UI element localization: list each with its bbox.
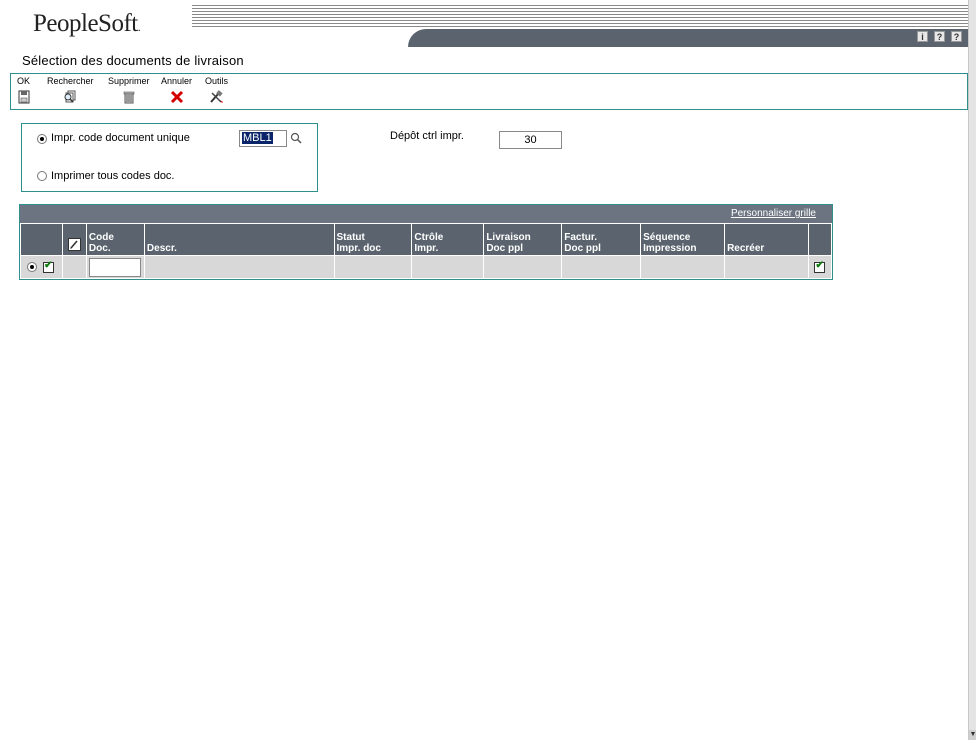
grid-header-row: Code Doc. Descr. Statut Impr. doc Ctrôle Im… <box>20 223 833 256</box>
edit-icon <box>67 238 81 254</box>
grid-toolbar: Personnaliser grille <box>20 205 832 223</box>
tools-icon <box>205 90 228 106</box>
row-ctrl-cell <box>411 255 485 279</box>
document-code-input[interactable]: MBL1 <box>239 130 287 147</box>
header-invoice[interactable]: Factur. Doc ppl <box>561 223 642 256</box>
tools-button[interactable]: Outils <box>205 76 228 106</box>
row-code-cell <box>85 255 145 279</box>
ok-button[interactable]: OK <box>17 76 30 106</box>
cancel-label: Annuler <box>161 76 193 86</box>
delete-button[interactable]: Supprimer <box>108 76 150 106</box>
row-code-input[interactable] <box>88 257 141 277</box>
row-sequence-cell <box>640 255 726 279</box>
search-button[interactable]: Rechercher <box>47 76 94 106</box>
tools-label: Outils <box>205 76 229 86</box>
row-select-cell <box>20 255 63 279</box>
header-recreate[interactable]: Recréer <box>724 223 809 256</box>
grid-table: Code Doc. Descr. Statut Impr. doc Ctrôle Im… <box>20 223 833 279</box>
header-last <box>807 223 833 256</box>
header-edit[interactable] <box>61 223 87 256</box>
search-label: Rechercher <box>47 76 94 86</box>
header-sequence[interactable]: Séquence Impression <box>640 223 726 256</box>
header-banner <box>192 5 968 47</box>
row-last-cell <box>807 255 833 279</box>
row-descr-cell <box>143 255 335 279</box>
ok-label: OK <box>17 76 31 86</box>
info-icon[interactable]: i <box>917 31 928 42</box>
scroll-down-icon[interactable]: ▼ <box>969 730 976 740</box>
header-status[interactable]: Statut Impr. doc <box>333 223 413 256</box>
row-status-cell <box>333 255 413 279</box>
peoplesoft-logo: PeopleSoft. <box>33 10 141 37</box>
about-icon[interactable]: ? <box>951 31 962 42</box>
page-title: Sélection des documents de livraison <box>22 53 244 68</box>
single-code-radio[interactable] <box>37 134 47 144</box>
header-delivery[interactable]: Livraison Doc ppl <box>483 223 563 256</box>
row-edit-cell <box>61 255 87 279</box>
row-delivery-cell <box>483 255 563 279</box>
table-row[interactable] <box>20 255 833 279</box>
print-depot-input[interactable]: 30 <box>499 131 562 149</box>
all-codes-radio[interactable] <box>37 171 47 181</box>
header-select <box>20 223 63 256</box>
header-ctrl[interactable]: Ctrôle Impr. <box>411 223 485 256</box>
close-icon <box>161 90 192 106</box>
search-icon <box>47 90 94 106</box>
vertical-scrollbar[interactable]: ▼ <box>968 0 976 740</box>
header-icons: i ? ? <box>917 31 962 42</box>
header-code[interactable]: Code Doc. <box>85 223 145 256</box>
row-select-radio[interactable] <box>27 262 37 273</box>
search-icon[interactable] <box>290 132 302 148</box>
help-icon[interactable]: ? <box>934 31 945 42</box>
row-recreate-cell <box>724 255 809 279</box>
print-depot-label: Dépôt ctrl impr. <box>390 130 464 142</box>
header-descr[interactable]: Descr. <box>143 223 335 256</box>
delete-label: Supprimer <box>108 76 150 86</box>
customize-grid-link[interactable]: Personnaliser grille <box>731 208 816 219</box>
save-icon <box>17 90 30 106</box>
row-checkbox[interactable] <box>43 260 55 273</box>
toolbar: OK Rechercher Supprimer Annuler Outils <box>10 73 968 110</box>
print-options-panel: Impr. code document unique MBL1 Imprimer… <box>21 123 318 192</box>
single-code-label: Impr. code document unique <box>51 132 190 144</box>
all-codes-label: Imprimer tous codes doc. <box>51 170 175 182</box>
documents-grid: Personnaliser grille Code Doc. Descr. Sta… <box>19 204 833 280</box>
cancel-button[interactable]: Annuler <box>161 76 192 106</box>
trash-icon <box>108 90 150 106</box>
row-recreate-checkbox[interactable] <box>814 260 826 273</box>
row-invoice-cell <box>561 255 642 279</box>
